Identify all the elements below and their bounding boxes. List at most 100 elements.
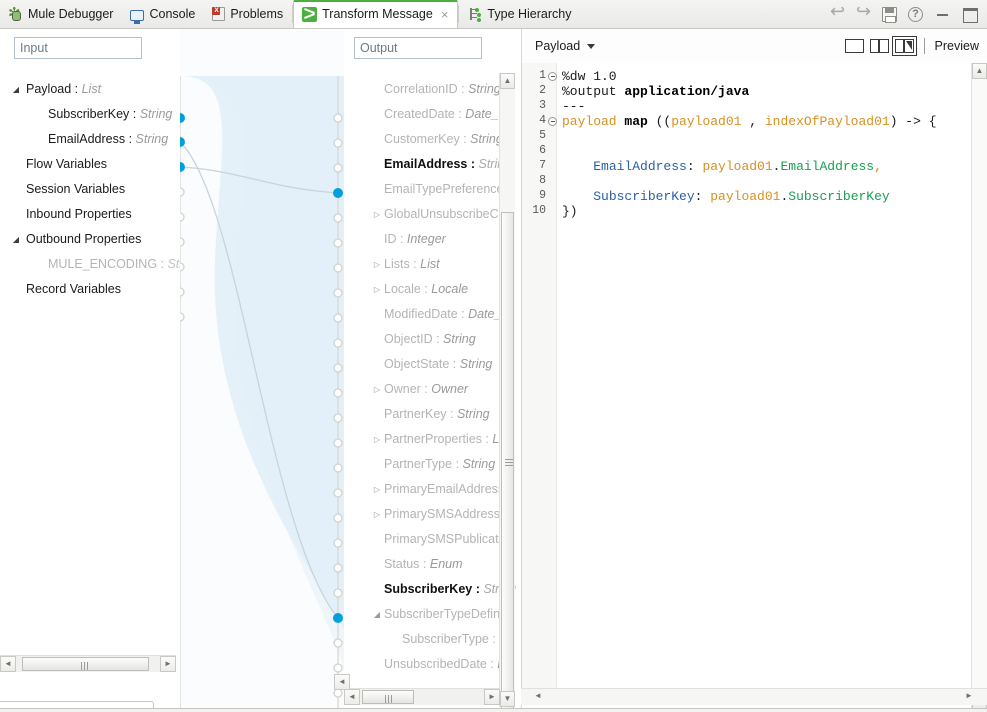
- input-scroll-right-arrow[interactable]: ►: [160, 656, 176, 672]
- tab-problems[interactable]: Problems: [204, 0, 292, 28]
- input-tree-row[interactable]: SubscriberKey : String: [0, 102, 180, 127]
- input-connector-dot[interactable]: [180, 263, 184, 271]
- output-connector-dot[interactable]: [334, 489, 342, 497]
- input-tree-row[interactable]: Flow Variables: [0, 152, 180, 177]
- output-tree-row[interactable]: ▷PartnerProperties : Lis: [344, 427, 520, 452]
- output-tree-row[interactable]: PrimarySMSPublicati: [344, 527, 520, 552]
- output-tree-row[interactable]: CustomerKey : String: [344, 127, 520, 152]
- output-connector-dot[interactable]: [334, 214, 342, 222]
- editor-scroll-up-arrow[interactable]: ▲: [972, 63, 987, 79]
- output-tree-row[interactable]: EmailAddress : String: [344, 152, 520, 177]
- output-scroll-thumb-h[interactable]: [362, 690, 414, 704]
- save-button[interactable]: [882, 6, 901, 24]
- input-connector-dot[interactable]: [180, 162, 185, 172]
- output-connector-dot[interactable]: [334, 689, 342, 697]
- output-tree-row[interactable]: PartnerKey : String: [344, 402, 520, 427]
- output-connector-dot[interactable]: [334, 139, 342, 147]
- output-tree-row[interactable]: ▷Lists : List: [344, 252, 520, 277]
- code-fold-icon[interactable]: [548, 117, 557, 126]
- output-connector-dot[interactable]: [334, 539, 342, 547]
- output-tree-row[interactable]: CorrelationID : String: [344, 77, 520, 102]
- output-scroll-up-arrow[interactable]: ▲: [500, 73, 515, 89]
- input-tree-row[interactable]: ◢Payload : List: [0, 77, 180, 102]
- output-tree-row[interactable]: SubscriberKey : String: [344, 577, 520, 602]
- tree-expander-icon[interactable]: ◢: [372, 602, 382, 627]
- tree-expander-icon[interactable]: ◢: [10, 227, 22, 252]
- output-connector-dot[interactable]: [334, 414, 342, 422]
- layout-split-button[interactable]: [870, 39, 889, 53]
- input-connector-dot[interactable]: [180, 238, 184, 246]
- input-connector-dot[interactable]: [180, 113, 185, 123]
- output-tree-row[interactable]: Status : Enum: [344, 552, 520, 577]
- output-connector-dot[interactable]: [334, 314, 342, 322]
- output-scroll-thumb[interactable]: [501, 212, 514, 712]
- output-tree-row[interactable]: PartnerType : String: [344, 452, 520, 477]
- output-tree-row[interactable]: ▷PrimarySMSAddress :: [344, 502, 520, 527]
- editor-scroll-left-arrow[interactable]: ◄: [530, 689, 546, 705]
- layout-preview-button[interactable]: [895, 39, 914, 53]
- tab-transform-message[interactable]: Transform Message×: [293, 0, 458, 28]
- output-connector-dot[interactable]: [334, 289, 342, 297]
- maximize-button[interactable]: [960, 6, 979, 24]
- output-connector-dot[interactable]: [334, 339, 342, 347]
- output-tree-row[interactable]: ObjectState : String: [344, 352, 520, 377]
- output-tree-row[interactable]: EmailTypePreference: [344, 177, 520, 202]
- input-connector-dot[interactable]: [180, 288, 184, 296]
- output-tree-row[interactable]: ▷Owner : Owner: [344, 377, 520, 402]
- output-tree-row[interactable]: ▷Locale : Locale: [344, 277, 520, 302]
- editor-vertical-scrollbar[interactable]: ▲ ▼: [971, 63, 987, 710]
- output-connector-dot[interactable]: [334, 589, 342, 597]
- output-connector-dot[interactable]: [334, 164, 342, 172]
- output-connector-dot[interactable]: [334, 264, 342, 272]
- output-horizontal-scrollbar[interactable]: ◄ ►: [344, 688, 500, 705]
- input-filter-field[interactable]: [14, 37, 142, 59]
- close-icon[interactable]: ×: [441, 8, 449, 21]
- output-scroll-left-arrow[interactable]: ◄: [344, 689, 360, 705]
- tree-expander-icon[interactable]: ▷: [372, 477, 382, 502]
- tab-console[interactable]: Console: [122, 0, 204, 28]
- output-connector-dot[interactable]: [334, 514, 342, 522]
- input-tree-row[interactable]: MULE_ENCODING : Strin: [0, 252, 180, 277]
- output-connector-dot[interactable]: [334, 464, 342, 472]
- output-tree-row[interactable]: ID : Integer: [344, 227, 520, 252]
- input-tree-row[interactable]: Inbound Properties: [0, 202, 180, 227]
- preview-button[interactable]: Preview: [935, 39, 979, 53]
- output-connector-dot[interactable]: [334, 239, 342, 247]
- output-scroll-down-arrow[interactable]: ▼: [500, 691, 515, 707]
- output-connector-dot[interactable]: [334, 639, 342, 647]
- output-tree-row[interactable]: ▷GlobalUnsubscribeCa: [344, 202, 520, 227]
- output-tree-row[interactable]: CreatedDate : Date_ti: [344, 102, 520, 127]
- input-connector-dot[interactable]: [180, 188, 184, 196]
- tree-expander-icon[interactable]: ◢: [10, 77, 22, 102]
- tree-expander-icon[interactable]: ▷: [372, 377, 382, 402]
- output-tree-row[interactable]: ObjectID : String: [344, 327, 520, 352]
- output-connector-dot[interactable]: [334, 364, 342, 372]
- tree-expander-icon[interactable]: ▷: [372, 252, 382, 277]
- output-connector-dot[interactable]: [333, 613, 343, 623]
- tab-mule-debugger[interactable]: Mule Debugger: [0, 0, 122, 28]
- editor-horizontal-scrollbar[interactable]: ◄ ►: [521, 688, 987, 705]
- output-tree-row[interactable]: UnsubscribedDate : D: [344, 652, 520, 677]
- input-tree-row[interactable]: Record Variables: [0, 277, 180, 302]
- output-vertical-scrollbar[interactable]: ▲ ▼: [499, 73, 515, 707]
- undo-button[interactable]: [830, 6, 849, 24]
- output-tree-row[interactable]: ModifiedDate : Date_: [344, 302, 520, 327]
- tree-expander-icon[interactable]: ▷: [372, 277, 382, 302]
- editor-scroll-right-arrow[interactable]: ►: [961, 689, 977, 705]
- tree-expander-icon[interactable]: ▷: [372, 502, 382, 527]
- input-connector-dot[interactable]: [180, 313, 184, 321]
- output-connector-dot[interactable]: [334, 664, 342, 672]
- input-tree-row[interactable]: ◢Outbound Properties: [0, 227, 180, 252]
- output-connector-dot[interactable]: [334, 439, 342, 447]
- input-tree-row[interactable]: Session Variables: [0, 177, 180, 202]
- output-connector-dot[interactable]: [334, 564, 342, 572]
- output-connector-dot[interactable]: [333, 188, 343, 198]
- code-area[interactable]: 12345678910 %dw 1.0%output application/j…: [522, 63, 972, 695]
- output-connector-dot[interactable]: [334, 389, 342, 397]
- graph-collapse-left-arrow[interactable]: ◄: [334, 674, 350, 690]
- source-dropdown[interactable]: Payload: [535, 39, 595, 53]
- layout-single-button[interactable]: [845, 39, 864, 53]
- help-button[interactable]: ?: [908, 6, 927, 24]
- tree-expander-icon[interactable]: ▷: [372, 202, 382, 227]
- input-connector-dot[interactable]: [180, 213, 184, 221]
